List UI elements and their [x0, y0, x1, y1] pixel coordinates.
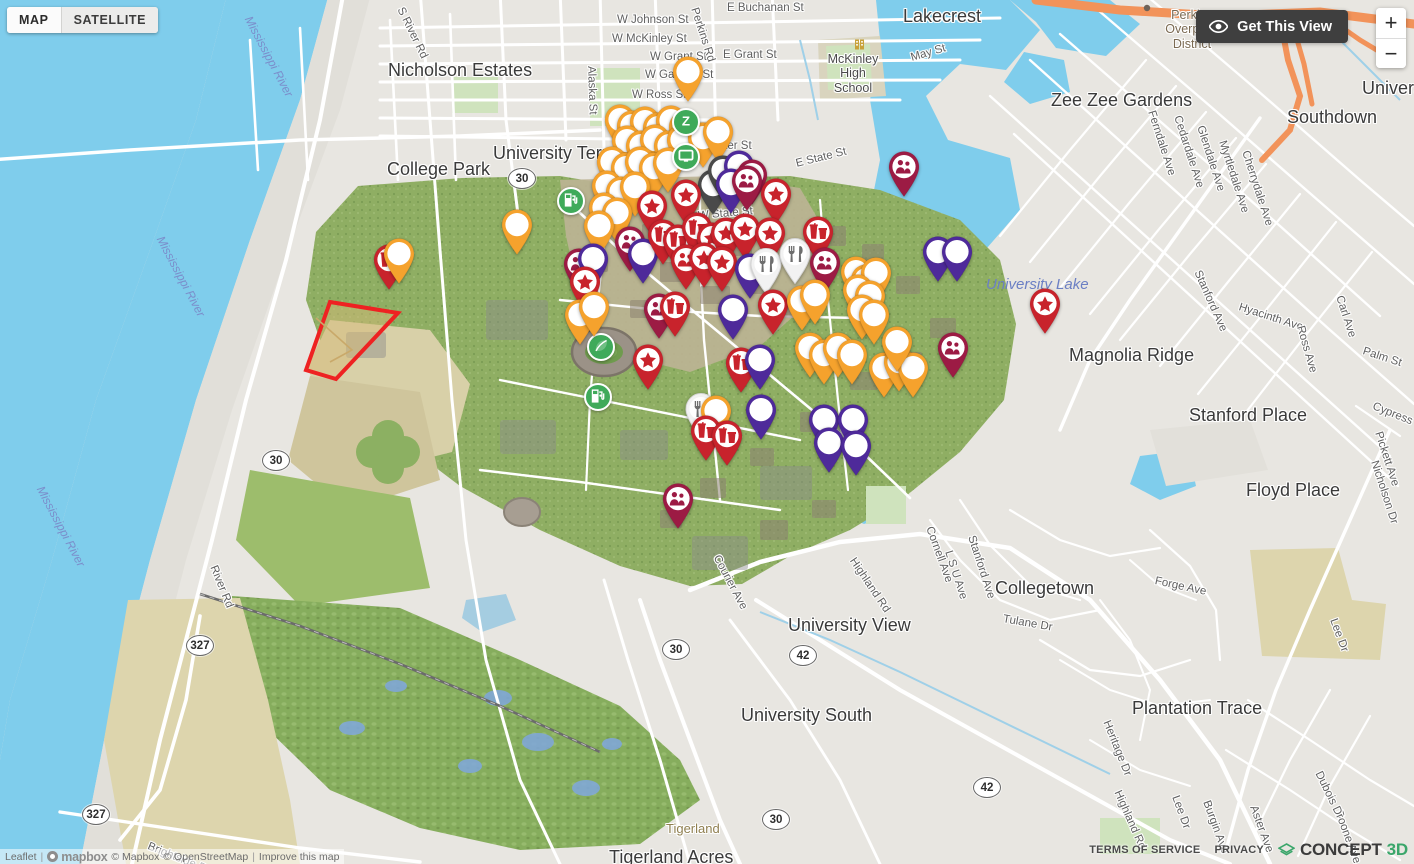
- drink-icon: [666, 297, 684, 321]
- map-marker-home[interactable]: [834, 338, 870, 385]
- star-icon: [1036, 295, 1054, 318]
- map-marker-people[interactable]: [935, 331, 971, 378]
- map-marker-home[interactable]: [670, 55, 706, 102]
- stroller-icon: [751, 350, 769, 374]
- people-icon: [738, 172, 756, 195]
- map-marker-drink[interactable]: [709, 419, 745, 466]
- map-marker-stroller[interactable]: [742, 343, 778, 390]
- zoom-in-button[interactable]: +: [1376, 8, 1406, 38]
- masks-icon: [752, 401, 770, 424]
- star-icon: [764, 296, 782, 319]
- mapbox-logo[interactable]: mapbox: [47, 849, 108, 864]
- home-icon: [843, 346, 861, 369]
- mapbox-copyright-link[interactable]: © Mapbox: [111, 851, 159, 863]
- drink-icon: [718, 426, 736, 450]
- map-marker-fuel[interactable]: [557, 187, 585, 215]
- people-icon: [895, 158, 913, 181]
- map-marker-star[interactable]: [630, 343, 666, 390]
- get-this-view-label: Get This View: [1237, 18, 1332, 35]
- masks-icon: [948, 243, 966, 266]
- home-icon: [590, 217, 608, 240]
- star-icon: [767, 185, 785, 208]
- eye-icon: [1209, 20, 1229, 33]
- concept3d-diamond-icon: [1277, 842, 1296, 859]
- star-icon: [677, 186, 695, 209]
- map-markers[interactable]: Z: [0, 0, 1414, 864]
- attribution-separator-2: |: [252, 850, 255, 863]
- get-this-view-button[interactable]: Get This View: [1196, 10, 1348, 43]
- star-icon: [643, 197, 661, 220]
- flag-icon: [709, 123, 727, 146]
- fuel-icon: [590, 388, 606, 407]
- flag-icon: [724, 301, 742, 324]
- map-marker-zipcar[interactable]: Z: [672, 108, 700, 136]
- brand-bar[interactable]: TERMS OF SERVICE PRIVACY CONCEPT 3D: [1077, 837, 1414, 864]
- terms-of-service-link[interactable]: TERMS OF SERVICE: [1089, 844, 1200, 856]
- map-marker-drink[interactable]: [657, 290, 693, 337]
- star-icon: [639, 351, 657, 374]
- people-icon: [816, 254, 834, 277]
- basemap-toggle[interactable]: MAP SATELLITE: [7, 7, 159, 33]
- home-icon: [508, 216, 526, 239]
- map-marker-people[interactable]: [886, 150, 922, 197]
- map-marker-kiosk[interactable]: [672, 143, 700, 171]
- basemap-option-satellite[interactable]: SATELLITE: [60, 7, 159, 33]
- map-marker-home[interactable]: [381, 237, 417, 284]
- basemap-option-map[interactable]: MAP: [7, 7, 61, 33]
- leaflet-link[interactable]: Leaflet: [5, 851, 37, 863]
- zoom-out-button[interactable]: −: [1376, 38, 1406, 68]
- concept3d-logo-suffix: 3D: [1386, 840, 1409, 859]
- map-marker-fuel[interactable]: [584, 383, 612, 411]
- map-marker-building[interactable]: [797, 278, 833, 325]
- map-viewport[interactable]: Nicholson Estates College Park University …: [0, 0, 1414, 864]
- home-icon: [390, 245, 408, 268]
- attribution-bar[interactable]: Leaflet | mapbox © Mapbox © OpenStreetMa…: [0, 849, 345, 864]
- map-marker-masks[interactable]: [939, 235, 975, 282]
- home-icon: [679, 63, 697, 86]
- zoom-controls[interactable]: + −: [1376, 8, 1406, 68]
- map-marker-masks[interactable]: [838, 429, 874, 476]
- masks-icon: [820, 434, 838, 457]
- concept3d-logo-text: CONCEPT: [1299, 840, 1382, 859]
- kiosk-icon: [678, 148, 694, 167]
- privacy-link[interactable]: PRIVACY: [1214, 844, 1263, 856]
- fuel-icon: [563, 192, 579, 211]
- people-icon: [669, 490, 687, 513]
- map-marker-masks[interactable]: [743, 393, 779, 440]
- home-icon: [585, 298, 603, 321]
- building-icon: [806, 286, 824, 309]
- zipcar-icon: Z: [678, 113, 694, 132]
- map-marker-home[interactable]: [499, 208, 535, 255]
- mapbox-dot-icon: [47, 851, 59, 862]
- utensils-icon: [757, 255, 775, 278]
- map-marker-flag[interactable]: [715, 293, 751, 340]
- utensils-icon: [786, 245, 804, 268]
- masks-icon: [847, 437, 865, 460]
- improve-map-link[interactable]: Improve this map: [259, 851, 340, 863]
- svg-text:Z: Z: [682, 113, 690, 128]
- map-marker-people[interactable]: [660, 482, 696, 529]
- attribution-separator-1: |: [40, 850, 44, 863]
- map-marker-flag[interactable]: [879, 325, 915, 372]
- star-icon: [713, 253, 731, 276]
- mapbox-wordmark-text: mapbox: [61, 849, 108, 864]
- flag-icon: [888, 333, 906, 356]
- map-marker-star[interactable]: [1027, 287, 1063, 334]
- osm-copyright-link[interactable]: © OpenStreetMap: [163, 851, 248, 863]
- concept3d-logo[interactable]: CONCEPT 3D: [1277, 840, 1409, 860]
- map-marker-home[interactable]: [576, 290, 612, 337]
- people-icon: [944, 339, 962, 362]
